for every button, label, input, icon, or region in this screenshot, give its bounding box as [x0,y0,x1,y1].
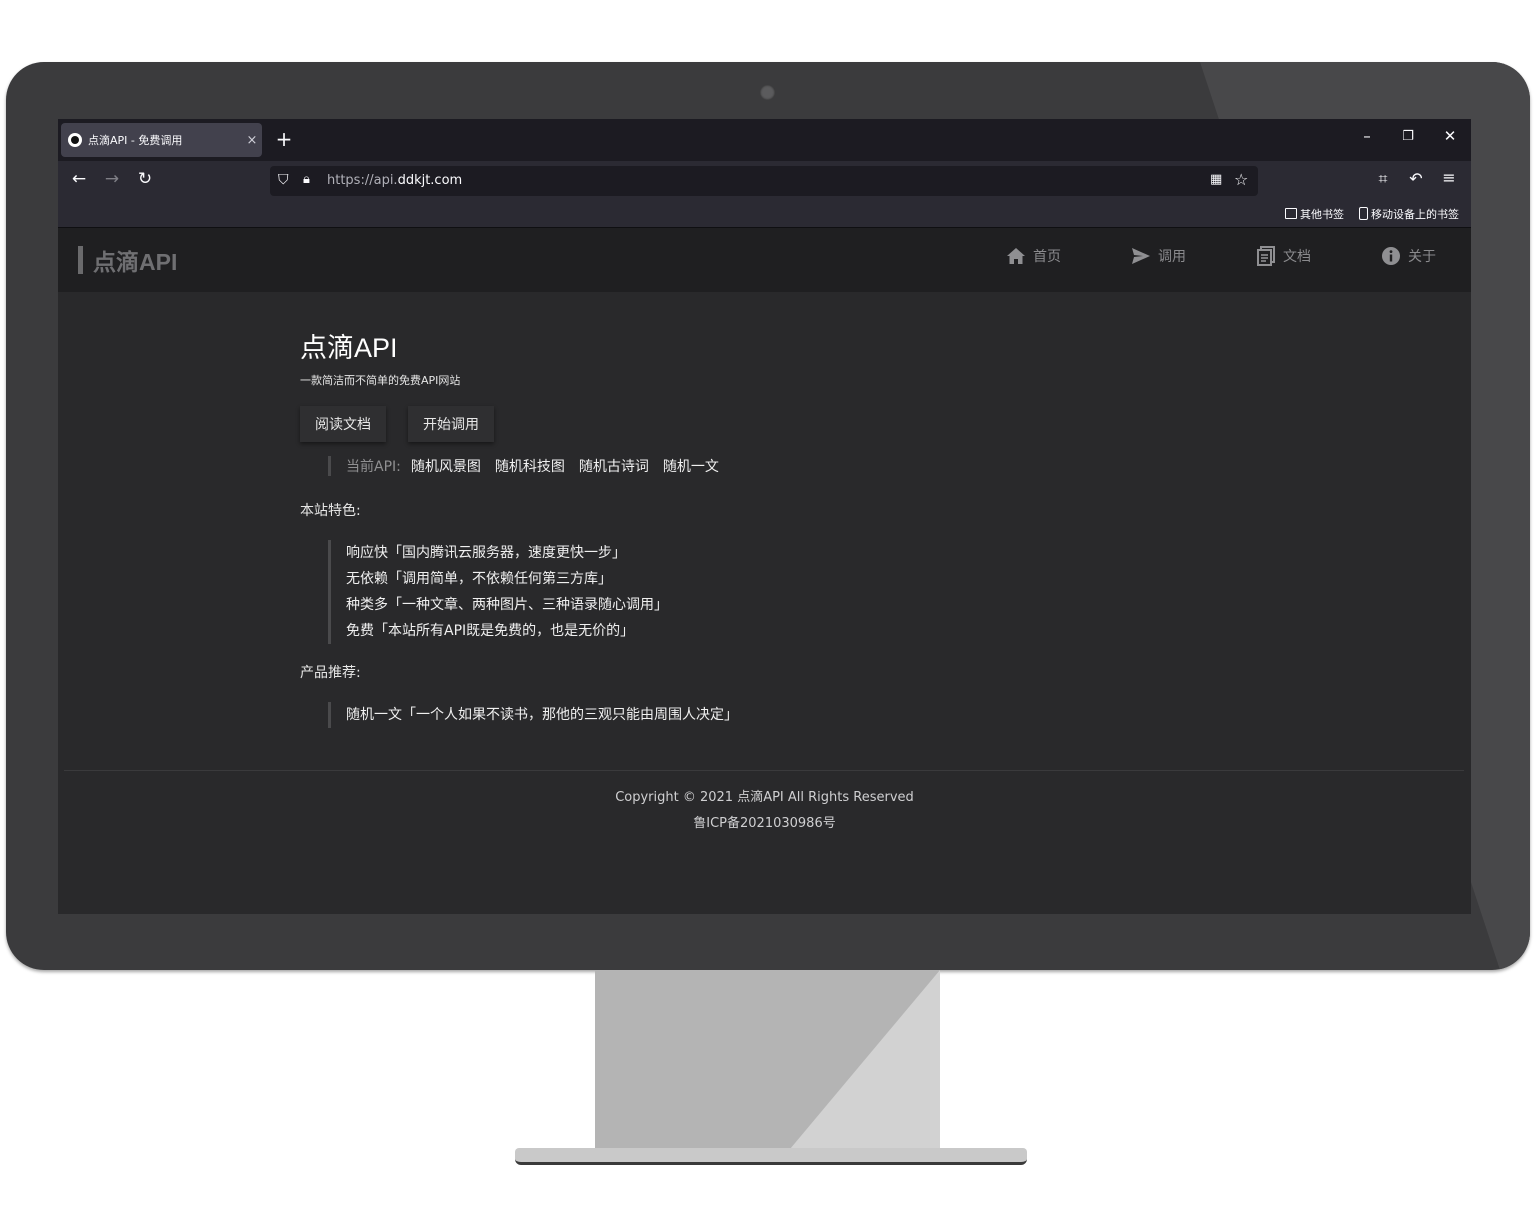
api-link-article[interactable]: 随机一文 [663,459,719,475]
bookmark-mobile[interactable]: 移动设备上的书签 [1359,206,1459,222]
folder-icon [1285,208,1297,219]
features-title: 本站特色: [300,503,361,519]
site-logo[interactable]: 点滴API [78,246,178,275]
footer-divider [64,770,1464,771]
menu-icon[interactable]: ≡ [1438,168,1460,187]
docs-icon [1255,246,1277,266]
screen: 点滴API - 免费调用 × + – ❐ ✕ ← → ↻ ⛉ 🔒︎ https:… [58,119,1471,914]
footer-icp[interactable]: 鲁ICP备2021030986号 [58,812,1471,831]
url-text[interactable]: https://api.ddkjt.com [327,173,462,188]
info-icon [1380,246,1402,266]
home-icon [1005,246,1027,266]
browser-tab[interactable]: 点滴API - 免费调用 × [61,123,262,157]
screenshot-icon[interactable]: ⌗ [1372,169,1394,189]
start-call-button[interactable]: 开始调用 [408,406,494,442]
api-link-poem[interactable]: 随机古诗词 [579,459,649,475]
shield-icon[interactable]: ⛉ [278,172,289,188]
monitor-base [515,1148,1027,1165]
site-header: 点滴API 首页 调用 文档 关于 [58,228,1471,292]
read-docs-button[interactable]: 阅读文档 [300,406,386,442]
page-title: 点滴API [300,333,398,363]
menu-label: 首页 [1033,249,1061,265]
feature-item: 种类多「一种文章、两种图片、三种语录随心调用」 [346,597,668,613]
products-block: 随机一文「一个人如果不读书，那他的三观只能由周围人决定」 [328,702,738,728]
close-window-icon[interactable]: ✕ [1440,127,1460,145]
minimize-icon[interactable]: – [1357,127,1377,145]
api-link-tech[interactable]: 随机科技图 [495,459,565,475]
bookmark-other[interactable]: 其他书签 [1285,206,1344,222]
products-title: 产品推荐: [300,665,361,681]
current-api-block: 当前API: 随机风景图 随机科技图 随机古诗词 随机一文 [328,456,719,476]
product-item[interactable]: 随机一文「一个人如果不读书，那他的三观只能由周围人决定」 [346,702,738,728]
forward-icon[interactable]: → [100,169,124,189]
feature-item: 免费「本站所有API既是免费的，也是无价的」 [346,623,635,639]
feature-item: 无依赖「调用简单，不依赖任何第三方库」 [346,571,612,587]
restore-icon[interactable]: ❐ [1398,129,1418,144]
nav-bar: ← → ↻ ⛉ 🔒︎ https://api.ddkjt.com ▦ ☆ ⌗ ↶… [58,161,1471,201]
address-bar[interactable]: ⛉ 🔒︎ https://api.ddkjt.com ▦ ☆ [270,166,1258,196]
menu-label: 调用 [1158,249,1186,265]
tab-title: 点滴API - 免费调用 [88,134,183,147]
menu-item-docs[interactable]: 文档 [1255,246,1311,266]
tab-bar: 点滴API - 免费调用 × + – ❐ ✕ [58,119,1471,161]
features-block: 响应快「国内腾讯云服务器，速度更快一步」 无依赖「调用简单，不依赖任何第三方库」… [328,540,668,644]
undo-icon[interactable]: ↶ [1405,169,1427,188]
page-subtitle: 一款简洁而不简单的免费API网站 [300,374,461,387]
menu-item-about[interactable]: 关于 [1380,246,1436,266]
feature-item: 响应快「国内腾讯云服务器，速度更快一步」 [346,545,626,561]
bookmarks-bar: 其他书签 移动设备上的书签 [58,201,1471,228]
qr-code-icon[interactable]: ▦ [1210,172,1222,187]
current-api-label: 当前API: [346,459,401,475]
menu-item-call[interactable]: 调用 [1130,246,1186,266]
menu-label: 关于 [1408,249,1436,265]
bookmark-star-icon[interactable]: ☆ [1234,170,1248,189]
mobile-icon [1359,207,1368,220]
back-icon[interactable]: ← [67,169,91,189]
favicon-icon [68,133,82,147]
new-tab-button[interactable]: + [274,127,294,151]
api-link-landscape[interactable]: 随机风景图 [411,459,481,475]
webcam [760,85,775,100]
footer-copyright: Copyright © 2021 点滴API All Rights Reserv… [615,790,914,805]
logo-bar [78,246,83,274]
close-tab-icon[interactable]: × [242,133,262,148]
reload-icon[interactable]: ↻ [133,169,157,189]
website: 点滴API 首页 调用 文档 关于 点滴API 一款简洁而不简单的免费API网站… [58,228,1471,914]
lock-icon[interactable]: 🔒︎ [303,172,310,187]
menu-label: 文档 [1283,249,1311,265]
site-brand: 点滴API [93,249,178,275]
menu-item-home[interactable]: 首页 [1005,246,1061,266]
send-icon [1130,246,1152,266]
